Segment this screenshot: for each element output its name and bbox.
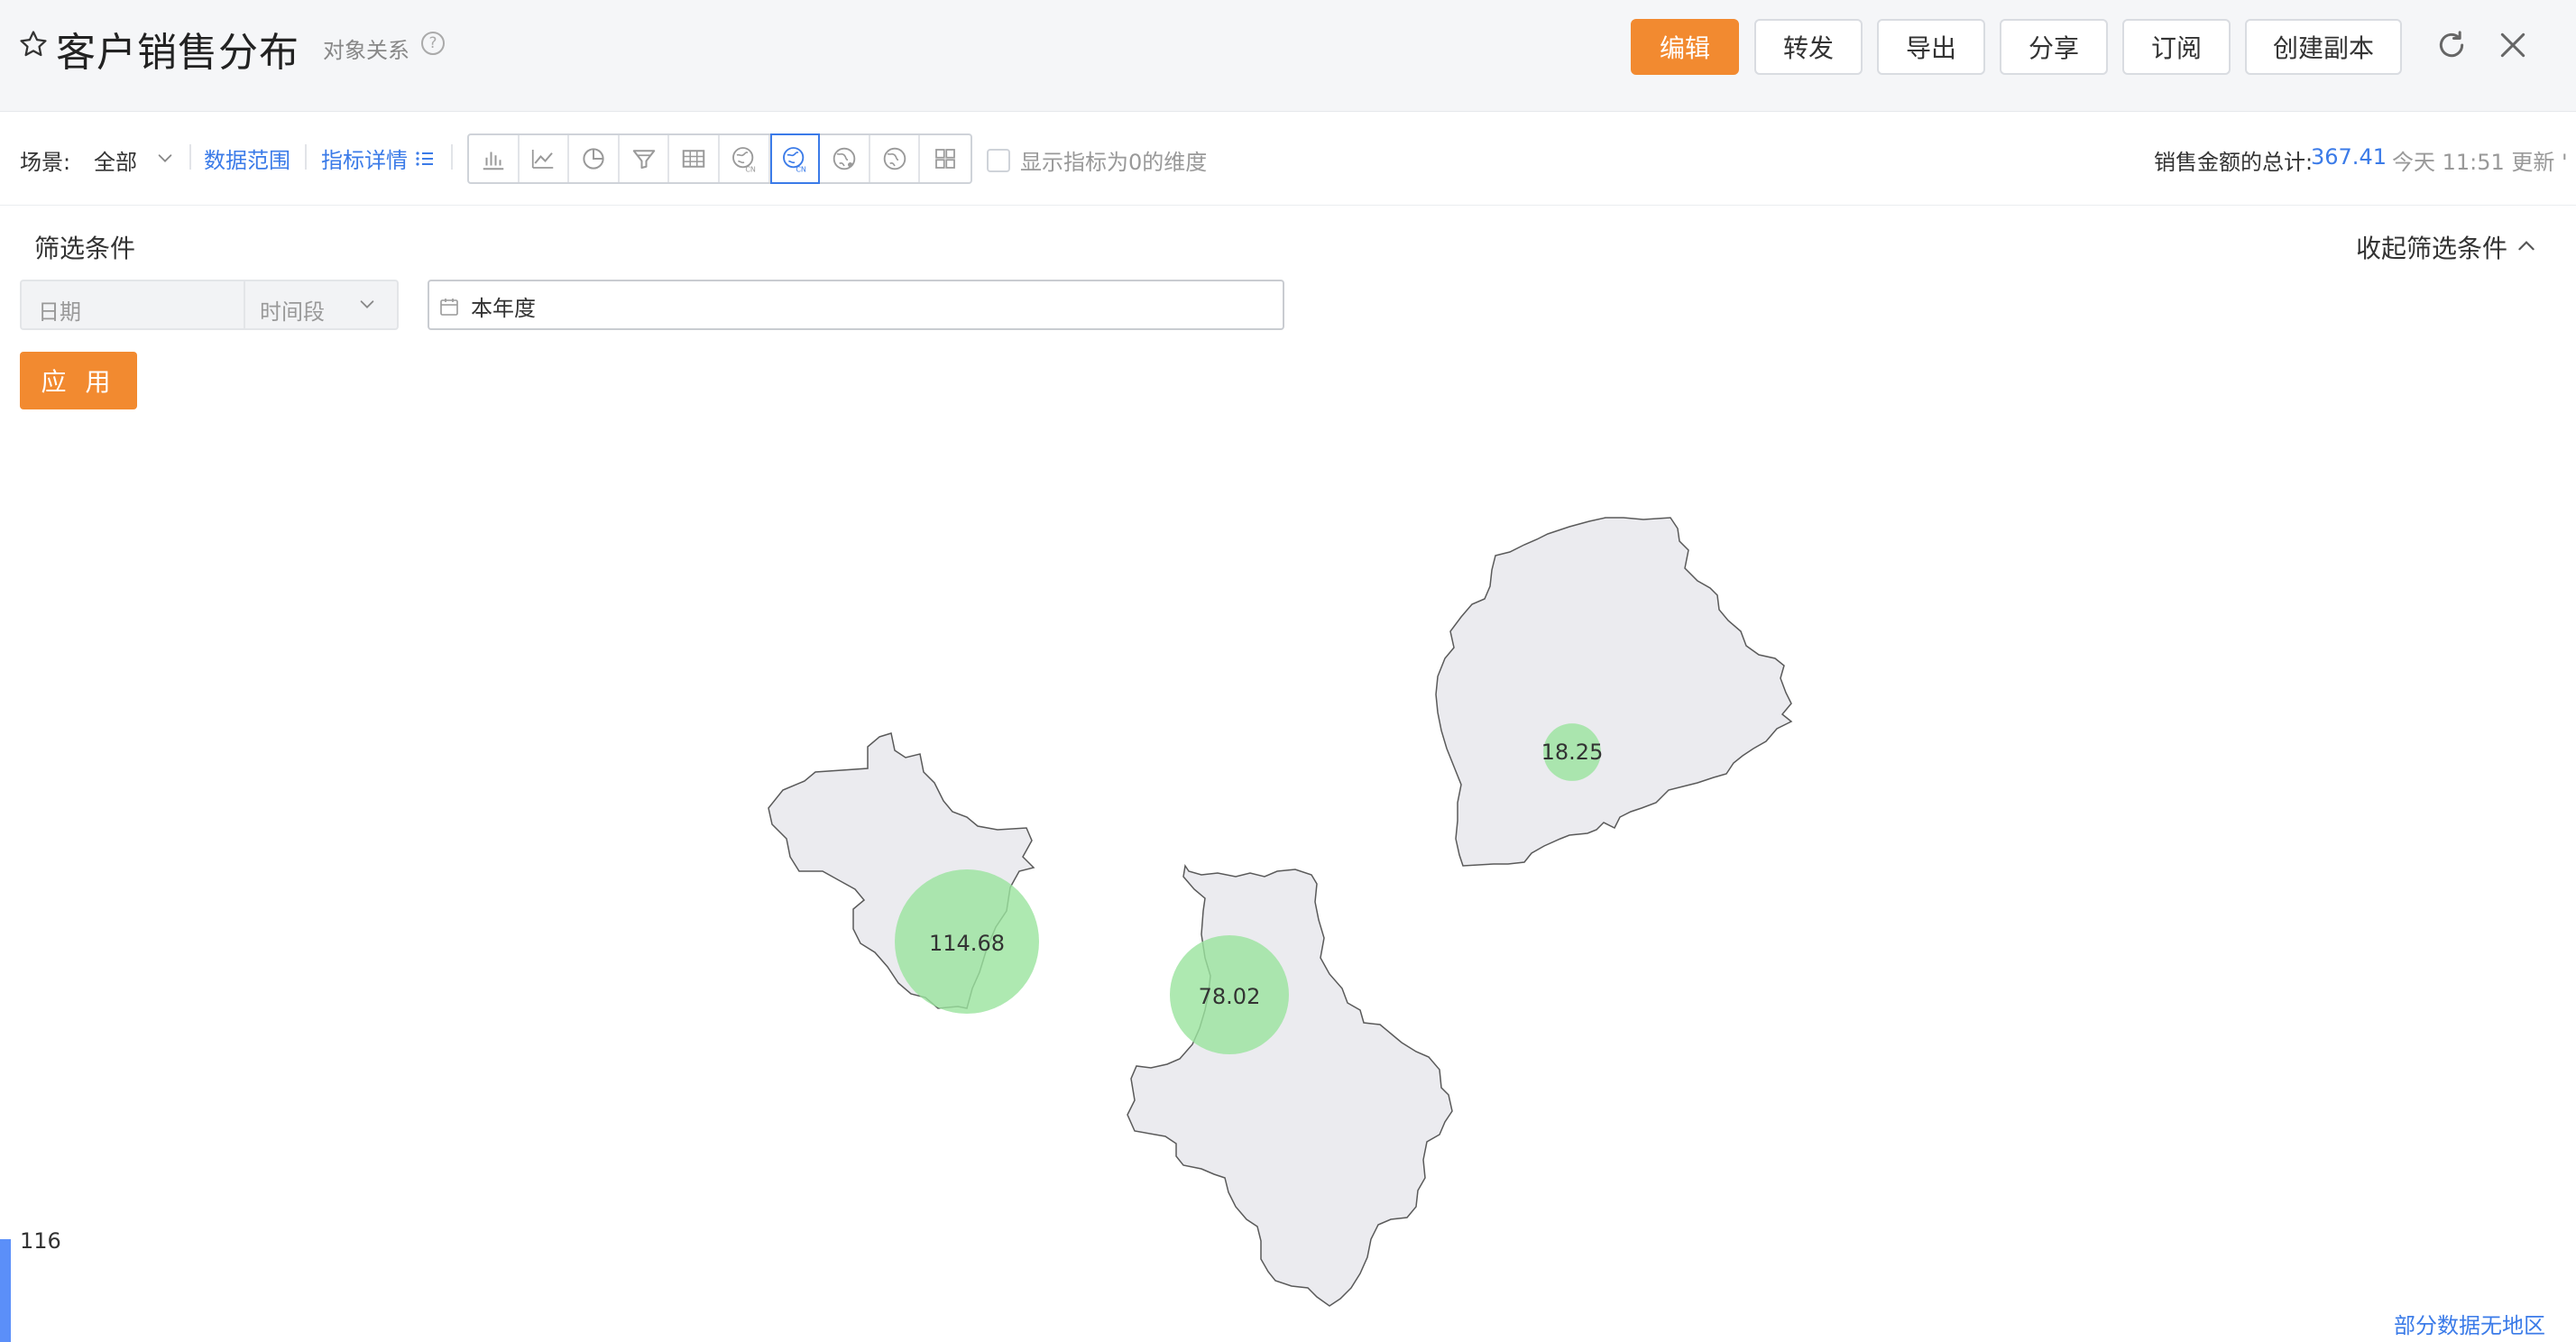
svg-text:CN: CN	[796, 166, 807, 173]
metric-details-link[interactable]: 指标详情	[321, 142, 408, 174]
legend-gradient-bar[interactable]	[0, 1239, 11, 1342]
update-timestamp: 今天 11:51 更新 '	[2392, 150, 2568, 175]
china-bubble-map-icon[interactable]: CN	[769, 133, 821, 184]
toolbar-divider	[305, 144, 307, 170]
show-zero-label: 显示指标为0的维度	[1020, 150, 1208, 175]
world-map-icon[interactable]	[820, 135, 870, 182]
date-range-input[interactable]	[428, 280, 1284, 330]
help-icon[interactable]: ?	[421, 32, 445, 55]
funnel-chart-icon[interactable]	[620, 135, 670, 182]
chart-type-switcher: CN CN	[467, 133, 972, 184]
collapse-filter-link[interactable]: 收起筛选条件	[2356, 229, 2507, 265]
toolbar-divider	[189, 144, 191, 170]
svg-text:CN: CN	[745, 166, 756, 173]
total-label: 销售金额的总计:	[2154, 150, 2314, 175]
bubble-label: 78.02	[1199, 984, 1261, 1009]
map-region-b[interactable]	[1127, 864, 1453, 1307]
world-bubble-map-icon[interactable]	[870, 135, 921, 182]
page-title: 客户销售分布	[56, 30, 299, 76]
export-button[interactable]: 导出	[1877, 19, 1985, 75]
subscribe-button[interactable]: 订阅	[2122, 19, 2231, 75]
object-relation-label: 对象关系	[323, 38, 409, 63]
close-icon[interactable]	[2495, 27, 2531, 63]
dashboard-grid-icon[interactable]	[920, 135, 971, 182]
date-field[interactable]: 日期	[20, 280, 245, 330]
calendar-icon	[440, 299, 458, 316]
bar-chart-icon[interactable]	[469, 135, 520, 182]
chevron-down-icon[interactable]	[155, 148, 175, 168]
forward-button[interactable]: 转发	[1754, 19, 1863, 75]
chevron-down-icon[interactable]	[357, 294, 377, 314]
toolbar-divider	[451, 144, 453, 170]
scene-label: 场景:	[20, 150, 71, 175]
map-region-c[interactable]	[1435, 517, 1793, 867]
legend-max-value: 116	[20, 1228, 61, 1254]
table-icon[interactable]	[669, 135, 720, 182]
filter-section-title: 筛选条件	[34, 234, 136, 263]
bubble-label: 18.25	[1541, 740, 1604, 765]
create-copy-button[interactable]: 创建副本	[2245, 19, 2402, 75]
bubble-label: 114.68	[929, 931, 1005, 956]
chevron-up-icon[interactable]	[2515, 234, 2538, 258]
pie-chart-icon[interactable]	[569, 135, 620, 182]
apply-button[interactable]: 应 用	[20, 352, 137, 409]
data-range-link[interactable]: 数据范围	[204, 142, 290, 174]
list-icon[interactable]	[413, 148, 437, 170]
bubble-map: 114.68 78.02 18.25	[768, 517, 1793, 1307]
refresh-icon[interactable]	[2433, 27, 2470, 63]
scene-select[interactable]: 全部	[94, 144, 137, 176]
line-chart-icon[interactable]	[520, 135, 570, 182]
share-button[interactable]: 分享	[2000, 19, 2108, 75]
date-range-value: 本年度	[471, 296, 536, 321]
show-zero-checkbox[interactable]	[987, 149, 1010, 172]
china-map-icon[interactable]: CN	[720, 135, 770, 182]
no-region-note[interactable]: 部分数据无地区	[2394, 1308, 2545, 1339]
page-header: 客户销售分布 对象关系 ? 编辑 转发 导出 分享 订阅 创建副本	[0, 0, 2576, 112]
toolbar: 场景: 全部 数据范围 指标详情 CN CN 显示指标为0的维度 销售金额的总计…	[0, 112, 2576, 206]
edit-button[interactable]: 编辑	[1631, 19, 1739, 75]
total-value: 367.41	[2311, 144, 2387, 170]
favorite-star-icon[interactable]	[18, 29, 49, 60]
